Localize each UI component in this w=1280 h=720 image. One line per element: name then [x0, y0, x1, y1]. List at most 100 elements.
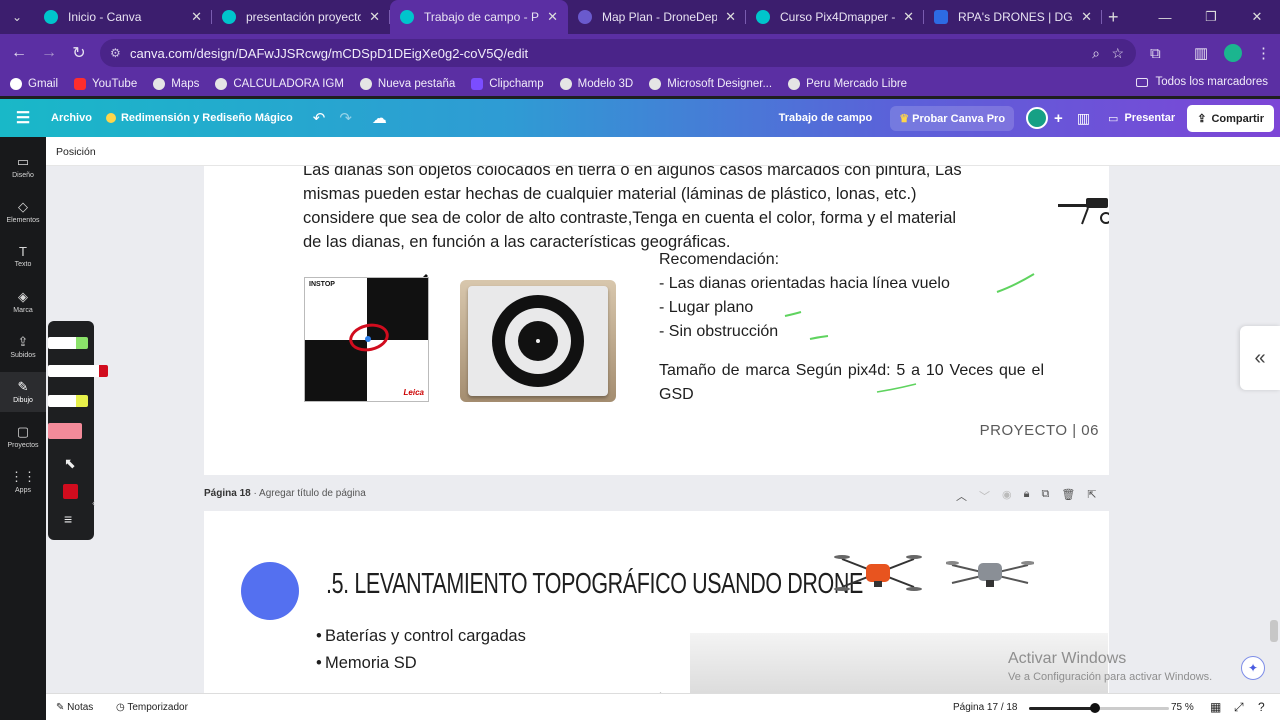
bookmark-item[interactable]: Maps	[153, 78, 199, 90]
zoom-slider-knob[interactable]	[1089, 703, 1100, 713]
url-field[interactable]: ⚙ canva.com/design/DAFwJJSRcwg/mCDSpD1DE…	[100, 39, 1136, 67]
add-page-icon[interactable]: ⇱	[1087, 488, 1096, 504]
maximize-icon[interactable]: ❐	[1188, 0, 1234, 34]
file-menu[interactable]: Archivo	[51, 112, 92, 124]
bookmark-label: Modelo 3D	[577, 78, 634, 90]
menu-hamburger-icon[interactable]: ☰	[0, 108, 46, 128]
bookmark-item[interactable]: Microsoft Designer...	[649, 78, 772, 90]
slide-17[interactable]: Las dianas son objetos colocados en tier…	[204, 166, 1109, 475]
back-arrow-icon[interactable]: ←	[4, 44, 34, 62]
expand-right-panel-icon[interactable]: «	[1240, 326, 1280, 390]
slide-18[interactable]: .5. LEVANTAMIENTO TOPOGRÁFICO USANDO DRO…	[204, 511, 1109, 693]
expand-pages-chevron-icon[interactable]: ︿	[656, 685, 665, 693]
sidebar-icon[interactable]: ▥	[1194, 34, 1208, 72]
browser-tab[interactable]: Inicio - Canva ✕	[34, 0, 212, 34]
select-cursor-icon[interactable]: ⬉	[64, 455, 76, 472]
bullet-item[interactable]: • Memoria SD	[316, 654, 417, 673]
notes-button[interactable]: ✎ Notas	[56, 702, 93, 713]
tab-close-icon[interactable]: ✕	[547, 9, 558, 25]
tab-close-icon[interactable]: ✕	[191, 9, 202, 25]
sidebar-item-texto[interactable]: T Texto	[0, 237, 46, 277]
grid-view-icon[interactable]: ▦	[1210, 700, 1221, 714]
vertical-scrollbar-thumb[interactable]	[1270, 620, 1278, 642]
present-button[interactable]: ▭ Presentar	[1100, 106, 1183, 131]
zoom-level[interactable]: 75 %	[1171, 702, 1194, 713]
zoom-lens-icon[interactable]: ⌕	[1092, 45, 1100, 62]
forward-arrow-icon[interactable]: →	[34, 44, 64, 62]
red-marker-tool[interactable]	[48, 365, 108, 377]
magic-resize-button[interactable]: Redimensión y Rediseño Mágico	[105, 112, 293, 124]
chevron-up-icon[interactable]: ︿	[956, 488, 967, 504]
redo-icon[interactable]: ↷	[339, 109, 352, 127]
dronedeploy-icon	[578, 10, 592, 24]
reload-icon[interactable]: ↻	[64, 43, 94, 63]
bullet-item[interactable]: • Baterías y control cargadas	[316, 627, 526, 646]
orange-drone-image[interactable]	[834, 547, 922, 597]
page-indicator[interactable]: Página 17 / 18	[953, 702, 1018, 713]
delete-icon[interactable]: 🗑︎	[1061, 488, 1075, 504]
zoom-slider[interactable]	[1029, 703, 1169, 713]
sidebar-item-apps[interactable]: ⋮⋮ Apps	[0, 462, 46, 502]
minimize-icon[interactable]: —	[1142, 0, 1188, 34]
tab-close-icon[interactable]: ✕	[725, 9, 736, 25]
add-collaborator-icon[interactable]: +	[1054, 110, 1063, 127]
bookmark-item[interactable]: Clipchamp	[471, 78, 544, 90]
collaborator-avatar[interactable]	[1026, 107, 1049, 129]
profile-avatar[interactable]	[1224, 34, 1242, 72]
browser-tab[interactable]: presentación proyecto uni ✕	[212, 0, 390, 34]
tab-search-chevron-icon[interactable]: ⌄	[0, 0, 34, 34]
browser-tab[interactable]: Trabajo de campo - Presen ✕	[390, 0, 568, 34]
sidebar-item-dibujo[interactable]: ✎ Dibujo	[0, 372, 46, 412]
stroke-weight-icon[interactable]: ≡	[64, 511, 72, 527]
bookmark-item[interactable]: CALCULADORA IGM	[215, 78, 344, 90]
blue-circle-shape[interactable]	[241, 562, 299, 620]
try-pro-button[interactable]: ♛ Probar Canva Pro	[890, 105, 1015, 131]
document-title[interactable]: Trabajo de campo	[779, 112, 873, 124]
sidebar-item-diseño[interactable]: ▭ Diseño	[0, 147, 46, 187]
grey-drone-image[interactable]	[946, 551, 1034, 601]
new-tab-plus-icon[interactable]: +	[1108, 7, 1119, 28]
sidebar-item-elementos[interactable]: ◇ Elementos	[0, 192, 46, 232]
browser-tab[interactable]: Map Plan - DroneDeploy ✕	[568, 0, 746, 34]
tab-close-icon[interactable]: ✕	[1081, 9, 1092, 25]
bookmark-item[interactable]: YouTube	[74, 78, 137, 90]
duplicate-icon[interactable]: ⧉	[1041, 488, 1049, 504]
bookmark-item[interactable]: Gmail	[10, 78, 58, 90]
highlighter-tool[interactable]	[48, 395, 88, 407]
site-info-icon[interactable]: ⚙	[110, 46, 121, 60]
browser-menu-icon[interactable]: ⋮	[1256, 34, 1271, 72]
extensions-icon[interactable]: ⧉	[1150, 34, 1161, 72]
eraser-tool[interactable]	[48, 423, 82, 439]
insights-icon[interactable]: ▥	[1077, 110, 1090, 127]
slide-heading[interactable]: .5. LEVANTAMIENTO TOPOGRÁFICO USANDO DRO…	[326, 568, 863, 601]
lock-icon[interactable]: 🔒︎	[1024, 488, 1030, 504]
bookmark-item[interactable]: Peru Mercado Libre	[788, 78, 907, 90]
browser-tab[interactable]: Curso Pix4Dmapper - Pres ✕	[746, 0, 924, 34]
sidebar-item-proyectos[interactable]: ▢ Proyectos	[0, 417, 46, 457]
browser-tab[interactable]: RPA's DRONES | DGAC - D ✕	[924, 0, 1102, 34]
cloud-save-icon[interactable]: ☁	[372, 109, 387, 127]
help-icon[interactable]: ?	[1258, 700, 1265, 714]
hide-eye-icon[interactable]: ◉	[1002, 488, 1012, 504]
crown-icon: ♛	[899, 112, 910, 125]
magic-assistant-icon[interactable]: ✦	[1241, 656, 1265, 680]
bookmark-item[interactable]: Nueva pestaña	[359, 78, 455, 90]
close-window-icon[interactable]: ✕	[1234, 0, 1280, 34]
chevron-down-icon[interactable]: ﹀	[979, 488, 990, 504]
tab-close-icon[interactable]: ✕	[903, 9, 914, 25]
undo-icon[interactable]: ↶	[313, 109, 326, 127]
position-button[interactable]: Posición	[56, 146, 96, 158]
tab-close-icon[interactable]: ✕	[369, 9, 380, 25]
sidebar-item-subidos[interactable]: ⇪ Subidos	[0, 327, 46, 367]
all-bookmarks-folder[interactable]: Todos los marcadores	[1135, 76, 1268, 88]
sidebar-item-marca[interactable]: ◈ Marca	[0, 282, 46, 322]
color-swatch[interactable]	[63, 484, 78, 499]
timer-button[interactable]: ◷ Temporizador	[116, 702, 188, 713]
green-pen-tool[interactable]	[48, 337, 88, 349]
bookmark-star-icon[interactable]: ☆	[1111, 45, 1124, 62]
fullscreen-icon[interactable]: ⤢	[1234, 700, 1244, 715]
bookmark-item[interactable]: Modelo 3D	[559, 78, 634, 90]
page-title-placeholder[interactable]: Agregar título de página	[259, 488, 366, 499]
collapse-panel-chevron-icon[interactable]: ‹	[92, 484, 102, 524]
share-button[interactable]: ⇪ Compartir	[1187, 104, 1274, 132]
